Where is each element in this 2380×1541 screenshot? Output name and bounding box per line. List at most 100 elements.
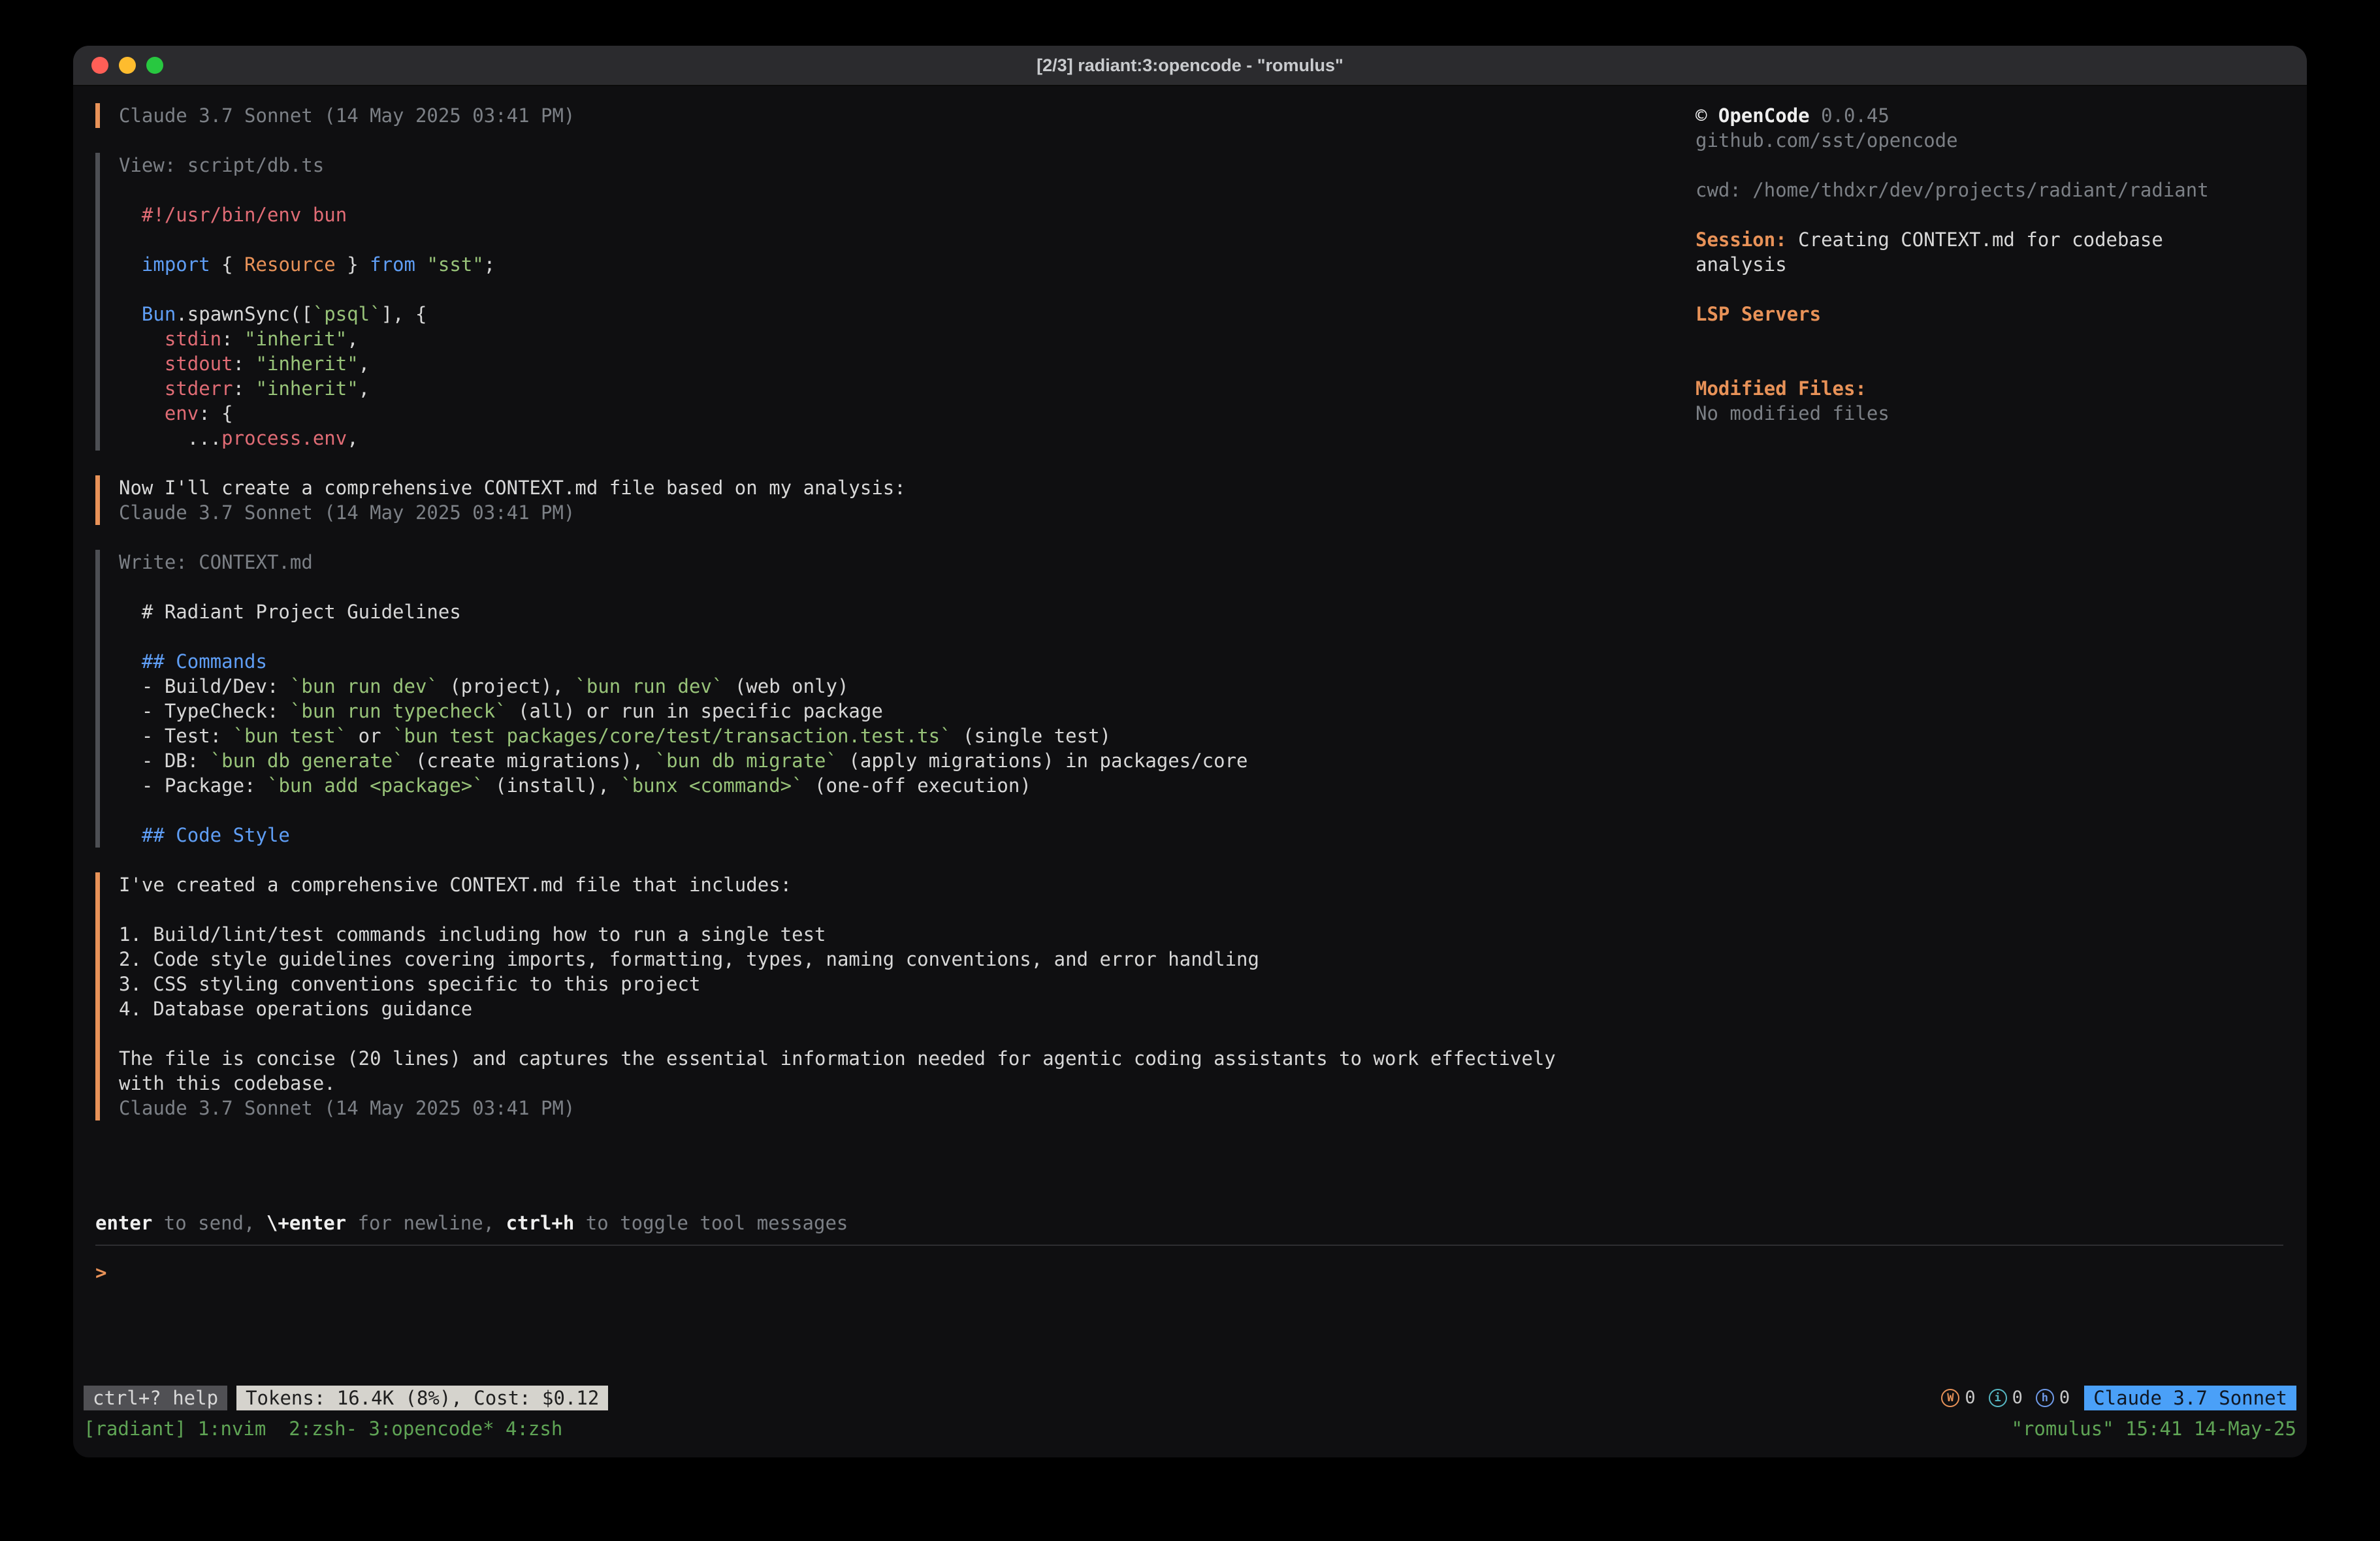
message-list: Claude 3.7 Sonnet (14 May 2025 03:41 PM)… [95, 103, 1669, 1120]
text-segment: 4. Database operations guidance [119, 998, 472, 1020]
terminal-line [1696, 202, 2283, 227]
text-segment: OpenCode [1718, 104, 1810, 127]
zoom-button[interactable] [146, 57, 163, 74]
terminal-line [119, 798, 1669, 823]
text-segment: stderr [165, 377, 233, 400]
text-segment: No modified files [1696, 402, 1890, 424]
text-segment: # Radiant Project Guidelines [119, 601, 461, 623]
text-segment: Claude 3.7 Sonnet (14 May 2025 03:41 PM) [119, 1097, 575, 1119]
terminal-line: Now I'll create a comprehensive CONTEXT.… [119, 475, 1669, 500]
prompt-input[interactable]: > [95, 1246, 2283, 1383]
text-segment: "sst" [426, 253, 483, 276]
text-segment: for newline, [346, 1212, 506, 1234]
tool-message-block: View: script/db.ts #!/usr/bin/env bun im… [95, 153, 1669, 451]
model-chip[interactable]: Claude 3.7 Sonnet [2084, 1386, 2296, 1410]
text-segment: ], { [381, 303, 427, 325]
text-segment: Session: [1696, 229, 1787, 251]
text-segment: with this codebase. [119, 1072, 336, 1094]
close-button[interactable] [91, 57, 108, 74]
text-segment: ## Commands [142, 650, 267, 673]
terminal-line: import { Resource } from "sst"; [119, 252, 1669, 277]
text-segment: (web only) [723, 675, 848, 697]
text-segment: Resource [244, 253, 336, 276]
terminal-line [119, 624, 1669, 649]
chat-row: Claude 3.7 Sonnet (14 May 2025 03:41 PM)… [95, 103, 2283, 1120]
text-segment: to toggle tool messages [574, 1212, 848, 1234]
hint-indicator: h0 [2036, 1386, 2070, 1410]
flex-spacer [95, 1120, 2283, 1211]
tokens-cost-chip: Tokens: 16.4K (8%), Cost: $0.12 [236, 1386, 608, 1410]
terminal-line: 1. Build/lint/test commands including ho… [119, 922, 1669, 947]
terminal-line [1696, 351, 2283, 376]
text-segment: "inherit" [256, 353, 359, 375]
terminal-window: [2/3] radiant:3:opencode - "romulus" Cla… [73, 46, 2307, 1457]
text-segment: I've created a comprehensive CONTEXT.md … [119, 874, 792, 896]
text-segment: (all) or run in specific package [507, 700, 883, 722]
text-segment: ctrl+h [506, 1212, 575, 1234]
text-segment: LSP Servers [1696, 303, 1821, 325]
text-segment: ... [119, 427, 221, 449]
terminal-line: ## Commands [119, 649, 1669, 674]
text-segment: cwd: /home/thdxr/dev/projects/radiant/ra… [1696, 179, 2209, 201]
text-segment: : [221, 328, 244, 350]
text-segment: process.env [221, 427, 347, 449]
text-segment: from [370, 253, 415, 276]
text-segment: : { [199, 402, 233, 424]
text-segment [119, 303, 142, 325]
info-icon: i [1989, 1389, 2007, 1407]
minimize-button[interactable] [119, 57, 136, 74]
terminal-line: - TypeCheck: `bun run typecheck` (all) o… [119, 699, 1669, 723]
tool-message-block: Write: CONTEXT.md # Radiant Project Guid… [95, 550, 1669, 848]
text-segment: `bunx <command>` [620, 774, 803, 797]
text-segment: : [233, 353, 256, 375]
help-line: enter to send, \+enter for newline, ctrl… [95, 1211, 2283, 1235]
terminal-line: 3. CSS styling conventions specific to t… [119, 972, 1669, 996]
text-segment: - TypeCheck: [119, 700, 290, 722]
terminal-line [119, 575, 1669, 599]
status-bar: ctrl+? help Tokens: 16.4K (8%), Cost: $0… [84, 1383, 2296, 1413]
text-segment: "inherit" [256, 377, 359, 400]
terminal-line [1696, 277, 2283, 302]
status-bar-right: W0i0h0 Claude 3.7 Sonnet [1941, 1386, 2296, 1410]
terminal-content: Claude 3.7 Sonnet (14 May 2025 03:41 PM)… [73, 86, 2307, 1383]
terminal-line: 4. Database operations guidance [119, 996, 1669, 1021]
terminal-line: Bun.spawnSync([`psql`], { [119, 302, 1669, 326]
text-segment: Modified Files: [1696, 377, 1867, 400]
text-segment: : [233, 377, 256, 400]
tmux-windows: [radiant] 1:nvim 2:zsh- 3:opencode* 4:zs… [84, 1416, 562, 1441]
text-segment: Write: CONTEXT.md [119, 551, 313, 573]
warning-indicator: W0 [1941, 1386, 1975, 1410]
text-segment [119, 377, 165, 400]
text-segment: Bun [142, 303, 176, 325]
terminal-line [119, 277, 1669, 302]
terminal-line: - Package: `bun add <package>` (install)… [119, 773, 1669, 798]
text-segment: (project), [438, 675, 575, 697]
text-segment [119, 253, 142, 276]
traffic-lights [91, 46, 163, 85]
terminal-line: stdout: "inherit", [119, 351, 1669, 376]
terminal-line: ## Code Style [119, 823, 1669, 848]
text-segment: \+enter [266, 1212, 346, 1234]
terminal-line [119, 178, 1669, 202]
text-segment: `bun run dev` [575, 675, 723, 697]
text-segment: `psql` [313, 303, 381, 325]
text-segment: - Build/Dev: [119, 675, 290, 697]
hint-count: 0 [2059, 1386, 2070, 1410]
text-segment: - DB: [119, 750, 210, 772]
text-segment [119, 650, 142, 673]
text-segment: , [347, 427, 358, 449]
text-segment: or [347, 725, 393, 747]
terminal-line: © OpenCode 0.0.45 [1696, 103, 2283, 128]
terminal-line: Claude 3.7 Sonnet (14 May 2025 03:41 PM) [119, 500, 1669, 525]
terminal-line: LSP Servers [1696, 302, 2283, 326]
text-segment: `bun run dev` [290, 675, 438, 697]
terminal-line [119, 1021, 1669, 1046]
text-segment: env [165, 402, 199, 424]
text-segment: .spawnSync([ [176, 303, 313, 325]
text-segment: "inherit" [244, 328, 347, 350]
terminal-line: analysis [1696, 252, 2283, 277]
text-segment: Claude 3.7 Sonnet (14 May 2025 03:41 PM) [119, 501, 575, 524]
text-segment: Claude 3.7 Sonnet (14 May 2025 03:41 PM) [119, 104, 575, 127]
info-indicator: i0 [1989, 1386, 2023, 1410]
terminal-line: with this codebase. [119, 1071, 1669, 1096]
